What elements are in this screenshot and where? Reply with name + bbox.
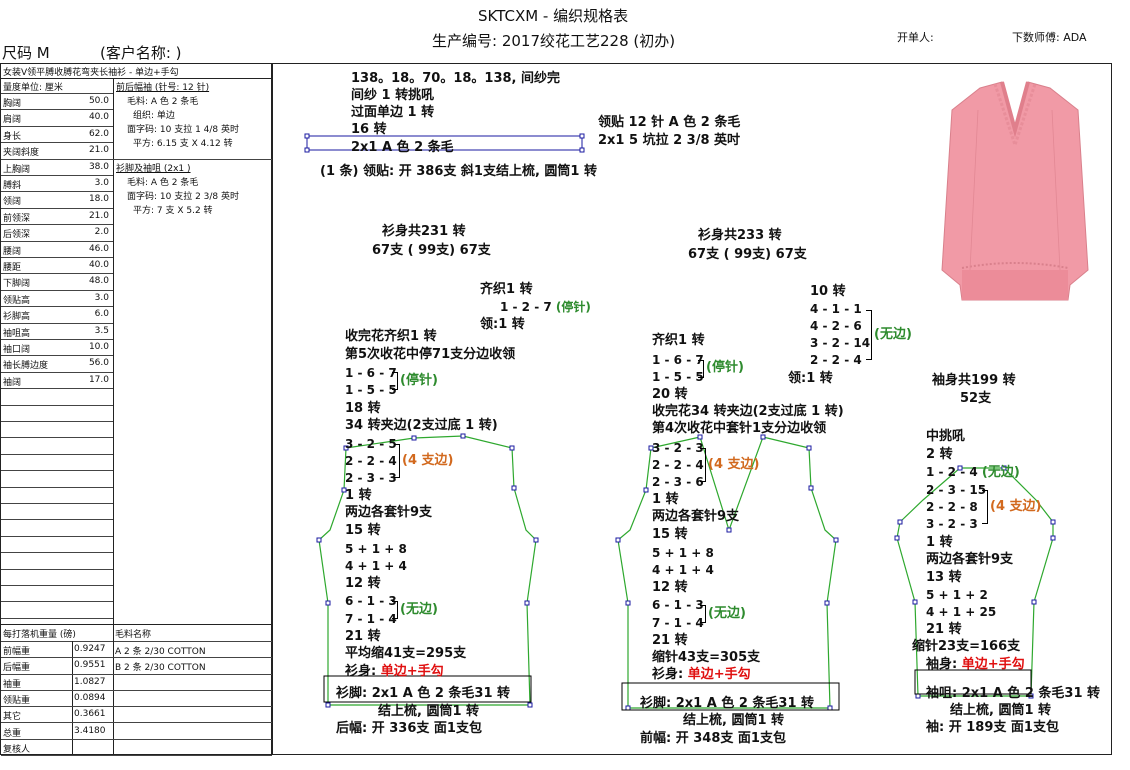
sleeve-line: 缩针23支=166支 — [912, 639, 1021, 654]
sleeve-line: 两边各套针9支 — [926, 552, 1014, 567]
back-line: 齐织1 转 — [480, 282, 533, 297]
collar-summary: (1 条) 领贴: 开 386支 斜1支结上梳, 圆筒1 转 — [320, 164, 597, 179]
front-line: 齐织1 转 — [652, 333, 705, 348]
sleeve-line: 1 - 2 - 4 (无边) — [926, 465, 1020, 480]
sleeve-line: 中挑吼 — [926, 429, 966, 444]
front-line: 1 转 — [652, 492, 679, 507]
sleeve-line: 2 - 2 - 8 — [926, 500, 978, 514]
sleeve-note: (4 支边) — [990, 499, 1042, 514]
back-line: 收完花齐织1 转 — [345, 329, 437, 344]
back-line: 平均缩41支=295支 — [345, 646, 467, 661]
neck-line: 4 - 1 - 1 — [810, 302, 862, 316]
front-cast-on: 前幅: 开 348支 面1支包 — [640, 731, 786, 746]
front-line: 20 转 — [652, 387, 688, 402]
front-note: (无边) — [708, 606, 746, 621]
back-line: 1 - 5 - 5 — [345, 383, 397, 397]
sleeve-line: 2 - 3 - 15 — [926, 483, 987, 497]
back-line: 18 转 — [345, 401, 381, 416]
front-line: 第4次收花中套针1支分边收领 — [652, 421, 827, 436]
neck-line: 领:1 转 — [788, 371, 833, 386]
front-line: 5 + 1 + 8 — [652, 546, 714, 560]
sleeve-total: 袖身共199 转 — [932, 373, 1016, 388]
back-line: 1 - 2 - 7 (停针) — [500, 300, 591, 314]
front-total: 衫身共233 转 — [698, 228, 782, 243]
back-line: 领:1 转 — [480, 317, 525, 332]
back-total: 衫身共231 转 — [382, 224, 466, 239]
front-note: (4 支边) — [708, 457, 760, 472]
sleeve-line: 袖身: 单边+手勾 — [926, 657, 1025, 672]
neck-line: 10 转 — [810, 284, 846, 299]
front-rib-line: 衫脚: 2x1 A 色 2 条毛31 转 — [640, 696, 815, 711]
front-line: 3 - 2 - 3 — [652, 441, 704, 455]
front-line: 两边各套针9支 — [652, 509, 740, 524]
back-line: 1 - 6 - 7 — [345, 366, 397, 380]
front-rib-line: 结上梳, 圆筒1 转 — [683, 713, 785, 728]
front-line: 12 转 — [652, 580, 688, 595]
back-line: 12 转 — [345, 576, 381, 591]
collar-line: 138。18。70。18。138, 间纱完 — [351, 71, 561, 86]
sleeve-line: 13 转 — [926, 570, 962, 585]
sleeve-rib-line: 结上梳, 圆筒1 转 — [950, 703, 1052, 718]
back-line: 21 转 — [345, 629, 381, 644]
back-line: 2 - 2 - 4 — [345, 454, 397, 468]
back-note: (无边) — [400, 602, 438, 617]
front-line: 1 - 6 - 7 — [652, 353, 704, 367]
back-note: (4 支边) — [402, 453, 454, 468]
sleeve-cast-on: 袖: 开 189支 面1支包 — [926, 720, 1059, 735]
collar-line: 过面单边 1 转 — [351, 105, 435, 120]
front-line: 缩针43支=305支 — [652, 650, 761, 665]
front-line: 2 - 3 - 6 — [652, 475, 704, 489]
collar-spec: 领贴 12 针 A 色 2 条毛 — [598, 115, 741, 130]
collar-line: 间纱 1 转挑吼 — [351, 88, 435, 103]
back-line: 第5次收花中停71支分边收领 — [345, 347, 516, 362]
front-line: 21 转 — [652, 633, 688, 648]
front-line: 衫身: 单边+手勾 — [652, 667, 751, 682]
back-line: 衫身: 单边+手勾 — [345, 664, 444, 679]
back-line: 15 转 — [345, 523, 381, 538]
back-line: 5 + 1 + 8 — [345, 542, 407, 556]
neck-line: 4 - 2 - 6 — [810, 319, 862, 333]
back-line: 4 + 1 + 4 — [345, 559, 407, 573]
sleeve-line: 3 - 2 - 3 — [926, 517, 978, 531]
sleeve-line: 2 转 — [926, 447, 953, 462]
sweater-photo — [941, 81, 1089, 301]
neck-line: 2 - 2 - 4 — [810, 353, 862, 367]
front-line: 15 转 — [652, 527, 688, 542]
back-rib-line: 结上梳, 圆筒1 转 — [378, 704, 480, 719]
back-note: (停针) — [400, 373, 438, 388]
neck-note: (无边) — [874, 327, 912, 342]
back-line: 两边各套针9支 — [345, 505, 433, 520]
back-rib-line: 衫脚: 2x1 A 色 2 条毛31 转 — [336, 686, 511, 701]
back-line: 2 - 3 - 3 — [345, 471, 397, 485]
front-line: 6 - 1 - 3 — [652, 598, 704, 612]
back-line: 7 - 1 - 4 — [345, 612, 397, 626]
front-line: 1 - 5 - 5 — [652, 370, 704, 384]
sleeve-line: 5 + 1 + 2 — [926, 588, 988, 602]
sleeve-width: 52支 — [960, 391, 992, 406]
neck-line: 3 - 2 - 14 — [810, 336, 871, 350]
back-line: 6 - 1 - 3 — [345, 594, 397, 608]
collar-line: 2x1 A 色 2 条毛 — [351, 140, 454, 155]
collar-spec: 2x1 5 坑拉 2 3/8 英吋 — [598, 133, 741, 148]
back-line: 3 - 2 - 5 — [345, 437, 397, 451]
front-line: 7 - 1 - 4 — [652, 616, 704, 630]
front-note: (停针) — [706, 360, 744, 375]
front-line: 2 - 2 - 4 — [652, 458, 704, 472]
collar-line: 16 转 — [351, 122, 387, 137]
sleeve-rib-line: 袖咀: 2x1 A 色 2 条毛31 转 — [926, 686, 1101, 701]
sleeve-line: 4 + 1 + 25 — [926, 605, 997, 619]
front-width: 67支 ( 99支) 67支 — [688, 247, 807, 262]
front-line: 4 + 1 + 4 — [652, 563, 714, 577]
back-cast-on: 后幅: 开 336支 面1支包 — [336, 721, 482, 736]
back-line: 1 转 — [345, 488, 372, 503]
sleeve-line: 1 转 — [926, 535, 953, 550]
back-line: 34 转夹边(2支过底 1 转) — [345, 418, 498, 433]
back-width: 67支 ( 99支) 67支 — [372, 243, 491, 258]
sleeve-line: 21 转 — [926, 622, 962, 637]
front-line: 收完花34 转夹边(2支过底 1 转) — [652, 404, 844, 419]
